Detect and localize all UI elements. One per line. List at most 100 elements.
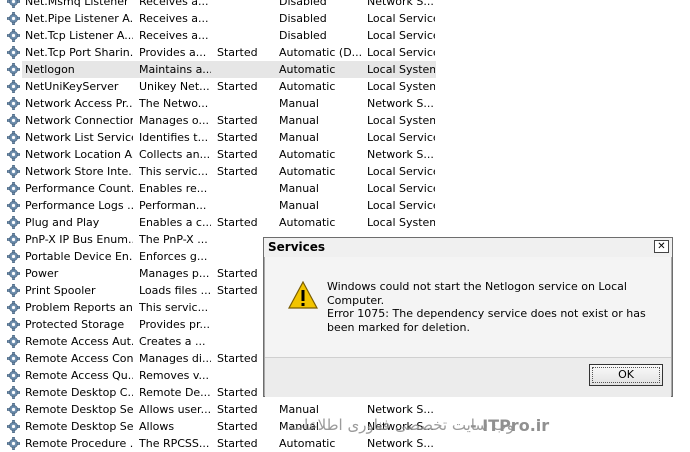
gear-icon [7,420,20,433]
gear-icon [7,114,20,127]
service-name: Net.Tcp Listener A... [25,29,133,42]
service-logon-as: Network S... [367,97,434,110]
service-description: Performan... [139,199,207,212]
service-startup-type: Automatic [279,63,336,76]
service-logon-as: Network S... [367,148,434,161]
service-name: Network Store Inte... [25,165,133,178]
service-startup-type: Disabled [279,12,327,25]
dialog-error-detail: Error 1075: The dependency service does … [327,307,646,334]
gear-icon [7,335,20,348]
service-name: Plug and Play [25,216,100,229]
service-logon-as: Local System [367,216,435,229]
gear-icon [7,386,20,399]
gear-icon [7,352,20,365]
service-logon-as: Local System [367,114,435,127]
service-name: Net.Tcp Port Sharin... [25,46,133,59]
gear-icon [7,233,20,246]
service-name: Net.Pipe Listener A... [25,12,133,25]
service-name: Remote Desktop C... [25,386,133,399]
service-description: Removes v... [139,369,210,382]
watermark-brand: - ITPro.ir [470,416,550,435]
service-startup-type: Manual [279,199,319,212]
service-row[interactable]: Netlogon Maintains a... Automatic Local Sys… [0,61,690,78]
gear-icon [7,284,20,297]
dialog-message: Windows could not start the Netlogon ser… [327,280,627,307]
dialog-footer: OK [265,357,671,397]
service-name: Network Location A... [25,148,133,161]
dialog-body: Windows could not start the Netlogon ser… [265,257,671,357]
service-row[interactable]: NetUniKeyServer Unikey Net... Started Autom… [0,78,690,95]
service-name: Portable Device En... [25,250,133,263]
service-name: Network List Service [25,131,133,144]
service-description: Remote De... [139,386,211,399]
service-startup-type: Manual [279,114,319,127]
service-row[interactable]: Performance Count... Enables re... Manual L… [0,180,690,197]
service-description: Allows [139,420,175,433]
service-description: Allows user... [139,403,211,416]
service-startup-type: Disabled [279,29,327,42]
service-description: This servic... [139,165,209,178]
service-row[interactable]: Network List Service Identifies t... Start… [0,129,690,146]
ok-button[interactable]: OK [589,364,663,386]
service-row[interactable]: Network Location A... Collects an... Start… [0,146,690,163]
service-name: Remote Desktop Se... [25,403,133,416]
service-description: Identifies t... [139,131,209,144]
gear-icon [7,267,20,280]
gear-icon [7,80,20,93]
service-name: Problem Reports an... [25,301,133,314]
gear-icon [7,46,20,59]
service-row[interactable]: Network Access Pr... The Netwo... Manual Ne… [0,95,690,112]
service-description: This servic... [139,301,209,314]
gear-icon [7,12,20,25]
service-row[interactable]: Network Store Inte... This servic... Start… [0,163,690,180]
service-description: Provides pr... [139,318,210,331]
service-status: Started [217,216,258,229]
service-logon-as: Local Service [367,46,435,59]
service-row[interactable]: Plug and Play Enables a c... Started Automa… [0,214,690,231]
service-logon-as: Local Service [367,165,435,178]
gear-icon [7,369,20,382]
service-description: Manages p... [139,267,210,280]
gear-icon [7,97,20,110]
service-status: Started [217,165,258,178]
service-row[interactable]: Net.Tcp Port Sharin... Provides a... Start… [0,44,690,61]
service-startup-type: Automatic (D... [279,46,361,59]
service-description: Collects an... [139,148,211,161]
dialog-titlebar[interactable]: Services ✕ [264,238,672,257]
service-row[interactable]: Net.Msmq Listener ... Receives a... Disabl… [0,0,690,10]
service-description: Receives a... [139,29,209,42]
service-description: Receives a... [139,12,209,25]
gear-icon [7,199,20,212]
service-row[interactable]: Performance Logs ... Performan... Manual Lo… [0,197,690,214]
service-description: The Netwo... [139,97,209,110]
service-row[interactable]: Network Connections Manages o... Started Ma… [0,112,690,129]
service-name: Protected Storage [25,318,125,331]
gear-icon [7,250,20,263]
service-logon-as: Local Service [367,182,435,195]
gear-icon [7,318,20,331]
service-description: The PnP-X ... [139,233,208,246]
service-row[interactable]: Net.Tcp Listener A... Receives a... Disabl… [0,27,690,44]
service-status: Started [217,80,258,93]
service-name: Remote Procedure ... [25,437,133,450]
service-name: Power [25,267,59,280]
service-row[interactable]: Net.Pipe Listener A... Receives a... Disab… [0,10,690,27]
service-name: Network Connections [25,114,133,127]
service-name: Performance Logs ... [25,199,133,212]
dialog-title: Services [268,240,326,254]
service-name: Print Spooler [25,284,96,297]
service-description: Enables a c... [139,216,211,229]
service-status: Started [217,437,258,450]
service-status: Started [217,403,258,416]
gear-icon [7,437,20,450]
close-icon: ✕ [657,241,666,252]
close-button[interactable]: ✕ [654,240,669,253]
service-description: Manages o... [139,114,209,127]
service-logon-as: Local Service [367,199,435,212]
gear-icon [7,63,20,76]
service-status: Started [217,46,258,59]
service-logon-as: Local Service [367,29,435,42]
service-description: Maintains a... [139,63,211,76]
gear-icon [7,182,20,195]
service-logon-as: Local System [367,63,435,76]
